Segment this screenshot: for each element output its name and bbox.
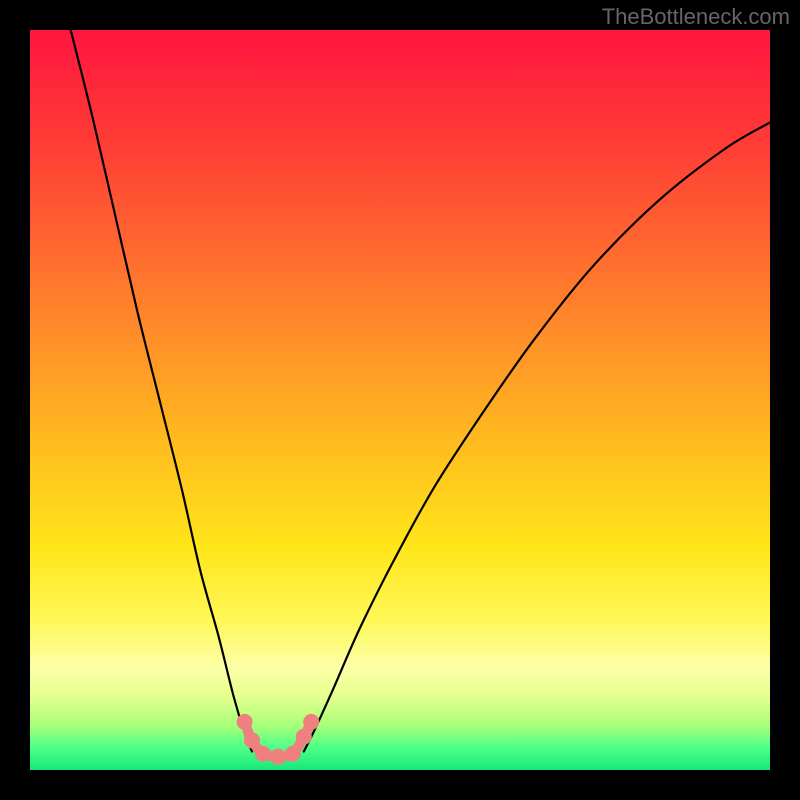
marker-dot xyxy=(285,746,301,762)
marker-dot xyxy=(270,749,286,765)
marker-dot xyxy=(237,714,253,730)
chart-root: TheBottleneck.com xyxy=(0,0,800,800)
marker-dot xyxy=(303,714,319,730)
marker-dot xyxy=(244,732,260,748)
watermark-text: TheBottleneck.com xyxy=(602,4,790,30)
chart-svg xyxy=(0,0,800,800)
marker-dot xyxy=(296,729,312,745)
marker-dot xyxy=(255,746,271,762)
gradient-background xyxy=(30,30,770,770)
